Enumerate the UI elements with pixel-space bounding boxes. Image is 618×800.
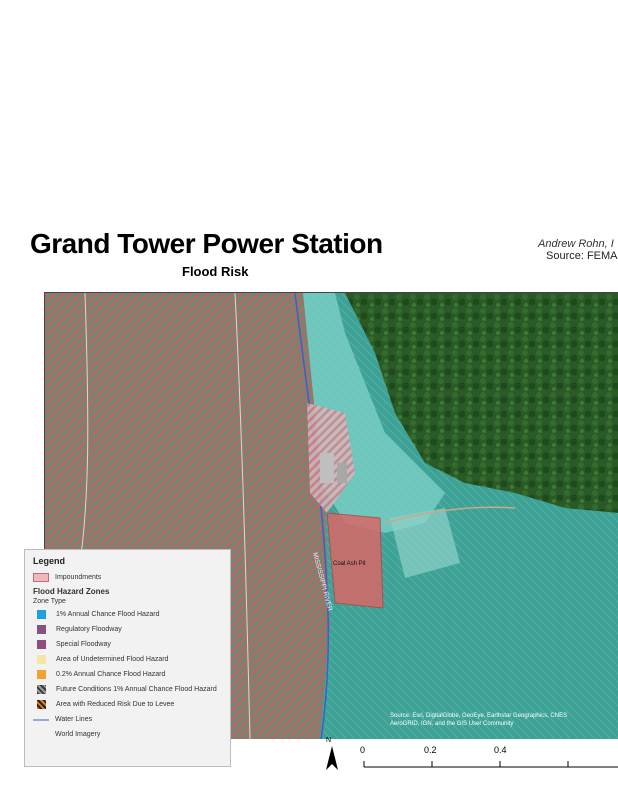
credits-line-2: AeroGRID, IGN, and the GIS User Communit… <box>390 721 514 727</box>
impoundment-label: Coal Ash Pit <box>333 561 366 567</box>
zone-swatch-1 <box>37 610 46 619</box>
legend-label-impoundment: Impoundments <box>55 574 102 581</box>
legend-row-zone-4: Area of Undetermined Flood Hazard <box>33 652 230 667</box>
impoundment-swatch <box>33 573 49 582</box>
zone-swatch-3 <box>37 640 46 649</box>
legend-label-zone-4: Area of Undetermined Flood Hazard <box>56 656 169 663</box>
map-subtitle: Flood Risk <box>182 264 249 279</box>
legend-row-imagery: World Imagery <box>33 727 230 742</box>
legend-row-zone-6: Future Conditions 1% Annual Chance Flood… <box>33 682 230 697</box>
scale-bar: 0 0.2 0.4 <box>360 745 618 775</box>
legend-label-zone-6: Future Conditions 1% Annual Chance Flood… <box>56 686 217 693</box>
legend-label-zone-7: Area with Reduced Risk Due to Levee <box>56 701 175 708</box>
zone-swatch-6 <box>37 685 46 694</box>
map-credits: Source: Esri, DigitalGlobe, GeoEye, Eart… <box>390 712 618 728</box>
legend-label-zone-3: Special Floodway <box>56 641 111 648</box>
source-text: Source: FEMA <box>546 250 618 262</box>
legend-label-zone-2: Regulatory Floodway <box>56 626 122 633</box>
legend-row-zone-3: Special Floodway <box>33 637 230 652</box>
legend-row-zone-7: Area with Reduced Risk Due to Levee <box>33 697 230 712</box>
map-layout-page: Grand Tower Power Station Flood Risk And… <box>0 0 618 800</box>
zone-swatch-7 <box>37 700 46 709</box>
scale-bar-graphic <box>363 761 618 768</box>
north-arrow-icon <box>326 746 338 770</box>
power-station-building-2 <box>337 463 347 483</box>
legend-label-imagery: World Imagery <box>55 731 101 738</box>
legend-row-water-lines: Water Lines <box>33 712 230 727</box>
legend-label-zone-5: 0.2% Annual Chance Flood Hazard <box>56 671 166 678</box>
legend-label-water-lines: Water Lines <box>55 716 93 723</box>
credits-line-1: Source: Esri, DigitalGlobe, GeoEye, Eart… <box>390 713 568 719</box>
zone-swatch-4 <box>37 655 46 664</box>
imagery-swatch <box>33 730 49 739</box>
legend-title: Legend <box>33 556 66 566</box>
legend-subsection: Zone Type <box>33 598 66 605</box>
map-title: Grand Tower Power Station <box>30 228 383 259</box>
legend-row-zone-5: 0.2% Annual Chance Flood Hazard <box>33 667 230 682</box>
legend-label-zone-1: 1% Annual Chance Flood Hazard <box>56 611 160 618</box>
legend-section-title: Flood Hazard Zones <box>33 587 110 596</box>
author-text: Andrew Rohn, I <box>538 238 614 250</box>
zone-swatch-5 <box>37 670 46 679</box>
legend-panel: Legend Impoundments Flood Hazard Zones Z… <box>24 549 231 767</box>
water-line-swatch <box>33 718 49 721</box>
legend-row-zone-1: 1% Annual Chance Flood Hazard <box>33 607 230 622</box>
power-station-building <box>320 453 334 483</box>
zone-swatch-2 <box>37 625 46 634</box>
legend-row-zone-2: Regulatory Floodway <box>33 622 230 637</box>
legend-row-impoundment: Impoundments <box>33 570 230 585</box>
